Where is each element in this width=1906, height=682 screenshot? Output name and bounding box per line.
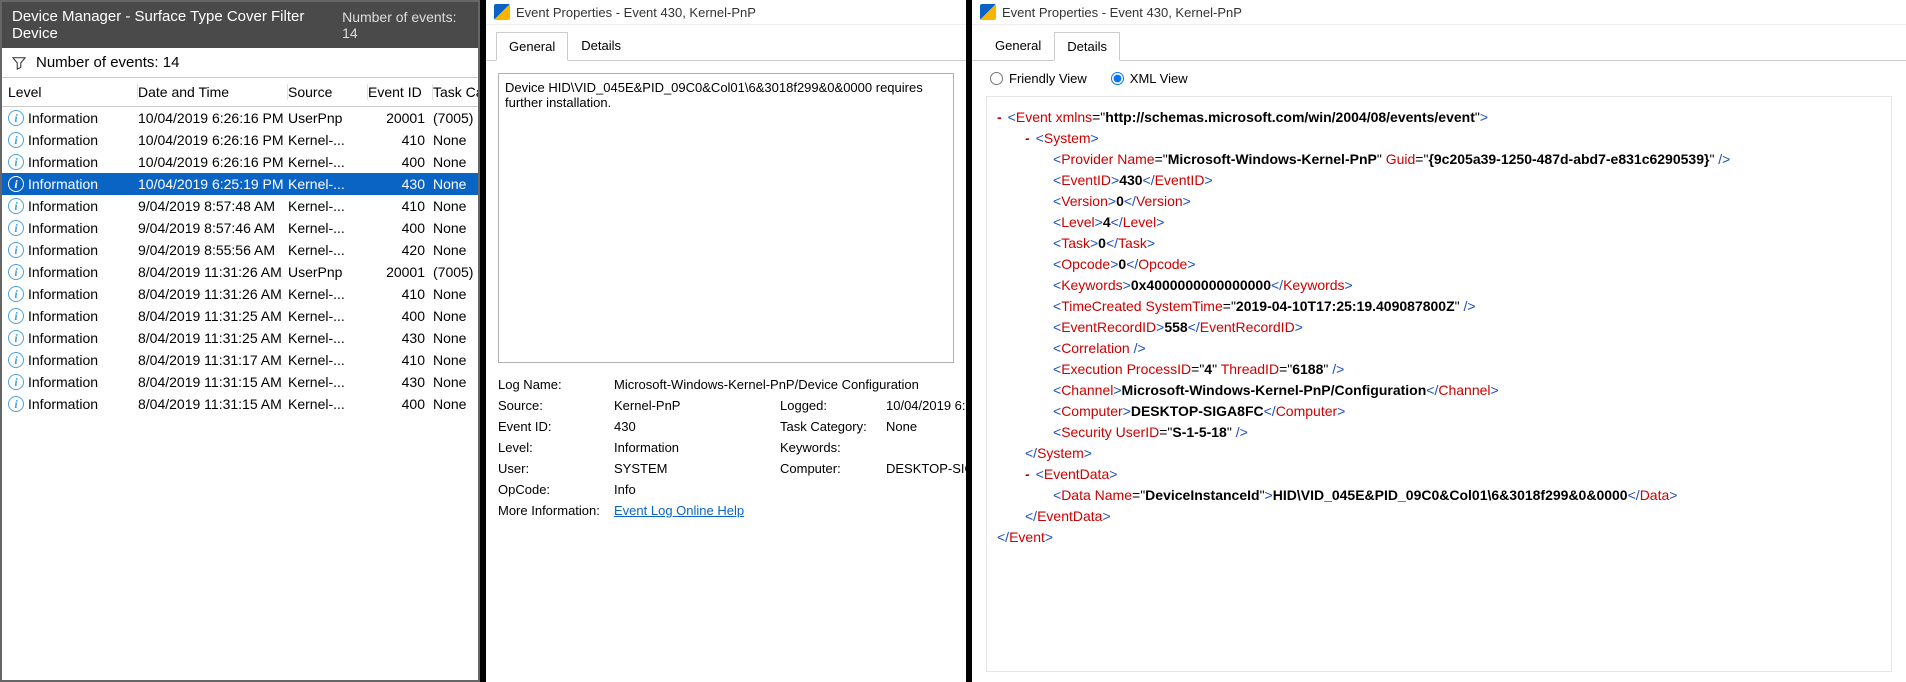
info-icon: i xyxy=(8,132,24,148)
info-icon: i xyxy=(8,308,24,324)
tab-general[interactable]: General xyxy=(982,31,1054,60)
info-icon: i xyxy=(8,396,24,412)
tab-details[interactable]: Details xyxy=(568,31,634,60)
event-row[interactable]: iInformation8/04/2019 11:31:17 AMKernel-… xyxy=(2,349,478,371)
val-user: SYSTEM xyxy=(614,461,774,476)
lbl-user: User: xyxy=(498,461,608,476)
lbl-computer: Computer: xyxy=(780,461,880,476)
lbl-level: Level: xyxy=(498,440,608,455)
info-icon: i xyxy=(8,110,24,126)
info-icon: i xyxy=(8,374,24,390)
tab-details[interactable]: Details xyxy=(1054,32,1120,61)
view-mode-radios: Friendly View XML View xyxy=(986,71,1892,96)
window-titlebar: Event Properties - Event 430, Kernel-PnP xyxy=(972,0,1906,25)
details-body: Friendly View XML View -<Event xmlns="ht… xyxy=(972,61,1906,682)
info-icon: i xyxy=(8,154,24,170)
col-task[interactable]: Task Ca... xyxy=(433,84,480,100)
event-properties-details-panel: Event Properties - Event 430, Kernel-PnP… xyxy=(972,0,1906,682)
info-icon: i xyxy=(8,198,24,214)
info-icon: i xyxy=(8,264,24,280)
filter-label: Number of events: 14 xyxy=(36,54,179,71)
event-properties-grid: Log Name: Microsoft-Windows-Kernel-PnP/D… xyxy=(498,377,954,518)
event-row[interactable]: iInformation9/04/2019 8:57:46 AMKernel-.… xyxy=(2,217,478,239)
lbl-eventid: Event ID: xyxy=(498,419,608,434)
val-taskcat: None xyxy=(886,419,966,434)
tab-bar: General Details xyxy=(972,25,1906,61)
window-titlebar: Event Properties - Event 430, Kernel-PnP xyxy=(486,0,966,25)
event-row[interactable]: iInformation10/04/2019 6:26:16 PMKernel-… xyxy=(2,129,478,151)
events-header-row: Level Date and Time Source Event ID Task… xyxy=(2,78,478,107)
general-body: Device HID\VID_045E&PID_09C0&Col01\6&301… xyxy=(486,61,966,682)
info-icon: i xyxy=(8,286,24,302)
window-title: Event Properties - Event 430, Kernel-PnP xyxy=(1002,5,1242,20)
val-opcode: Info xyxy=(614,482,966,497)
filter-bar[interactable]: Number of events: 14 xyxy=(2,48,478,78)
event-properties-general-panel: Event Properties - Event 430, Kernel-PnP… xyxy=(486,0,966,682)
lbl-source: Source: xyxy=(498,398,608,413)
col-date[interactable]: Date and Time xyxy=(138,84,288,100)
val-logged: 10/04/2019 6:25:19 PM xyxy=(886,398,966,413)
lbl-moreinfo: More Information: xyxy=(498,503,608,518)
device-manager-events-panel: Device Manager - Surface Type Cover Filt… xyxy=(0,0,480,682)
lbl-logname: Log Name: xyxy=(498,377,608,392)
event-row[interactable]: iInformation8/04/2019 11:31:15 AMKernel-… xyxy=(2,371,478,393)
tab-general[interactable]: General xyxy=(496,32,568,61)
link-event-log-online-help[interactable]: Event Log Online Help xyxy=(614,503,744,518)
col-source[interactable]: Source xyxy=(288,84,368,100)
event-row[interactable]: iInformation8/04/2019 11:31:26 AMUserPnp… xyxy=(2,261,478,283)
event-row[interactable]: iInformation8/04/2019 11:31:25 AMKernel-… xyxy=(2,327,478,349)
event-row[interactable]: iInformation9/04/2019 8:55:56 AMKernel-.… xyxy=(2,239,478,261)
radio-friendly-view[interactable]: Friendly View xyxy=(990,71,1087,86)
val-eventid: 430 xyxy=(614,419,774,434)
val-level: Information xyxy=(614,440,774,455)
event-count-subtitle: Number of events: 14 xyxy=(342,9,468,41)
events-list: iInformation10/04/2019 6:26:16 PMUserPnp… xyxy=(2,107,478,415)
xml-view[interactable]: -<Event xmlns="http://schemas.microsoft.… xyxy=(986,96,1892,672)
event-row[interactable]: iInformation8/04/2019 11:31:25 AMKernel-… xyxy=(2,305,478,327)
radio-xml-view[interactable]: XML View xyxy=(1111,71,1188,86)
panel-title-bar: Device Manager - Surface Type Cover Filt… xyxy=(2,2,478,48)
lbl-keywords: Keywords: xyxy=(780,440,880,455)
event-message[interactable]: Device HID\VID_045E&PID_09C0&Col01\6&301… xyxy=(498,73,954,363)
panel-title: Device Manager - Surface Type Cover Filt… xyxy=(12,8,334,42)
event-row[interactable]: iInformation10/04/2019 6:25:19 PMKernel-… xyxy=(2,173,478,195)
event-row[interactable]: iInformation10/04/2019 6:26:16 PMKernel-… xyxy=(2,151,478,173)
col-level[interactable]: Level xyxy=(8,84,138,100)
info-icon: i xyxy=(8,220,24,236)
lbl-taskcat: Task Category: xyxy=(780,419,880,434)
event-row[interactable]: iInformation9/04/2019 8:57:48 AMKernel-.… xyxy=(2,195,478,217)
col-eventid[interactable]: Event ID xyxy=(368,84,433,100)
lbl-logged: Logged: xyxy=(780,398,880,413)
info-icon: i xyxy=(8,176,24,192)
val-computer: DESKTOP-SIGA8FC xyxy=(886,461,966,476)
val-logname: Microsoft-Windows-Kernel-PnP/Device Conf… xyxy=(614,377,966,392)
info-icon: i xyxy=(8,330,24,346)
filter-icon xyxy=(12,56,26,70)
event-row[interactable]: iInformation10/04/2019 6:26:16 PMUserPnp… xyxy=(2,107,478,129)
window-title: Event Properties - Event 430, Kernel-PnP xyxy=(516,5,756,20)
info-icon: i xyxy=(8,242,24,258)
val-source: Kernel-PnP xyxy=(614,398,774,413)
eventvwr-icon xyxy=(494,4,510,20)
event-row[interactable]: iInformation8/04/2019 11:31:15 AMKernel-… xyxy=(2,393,478,415)
info-icon: i xyxy=(8,352,24,368)
val-keywords xyxy=(886,440,966,455)
lbl-opcode: OpCode: xyxy=(498,482,608,497)
tab-bar: General Details xyxy=(486,25,966,61)
event-row[interactable]: iInformation8/04/2019 11:31:26 AMKernel-… xyxy=(2,283,478,305)
eventvwr-icon xyxy=(980,4,996,20)
